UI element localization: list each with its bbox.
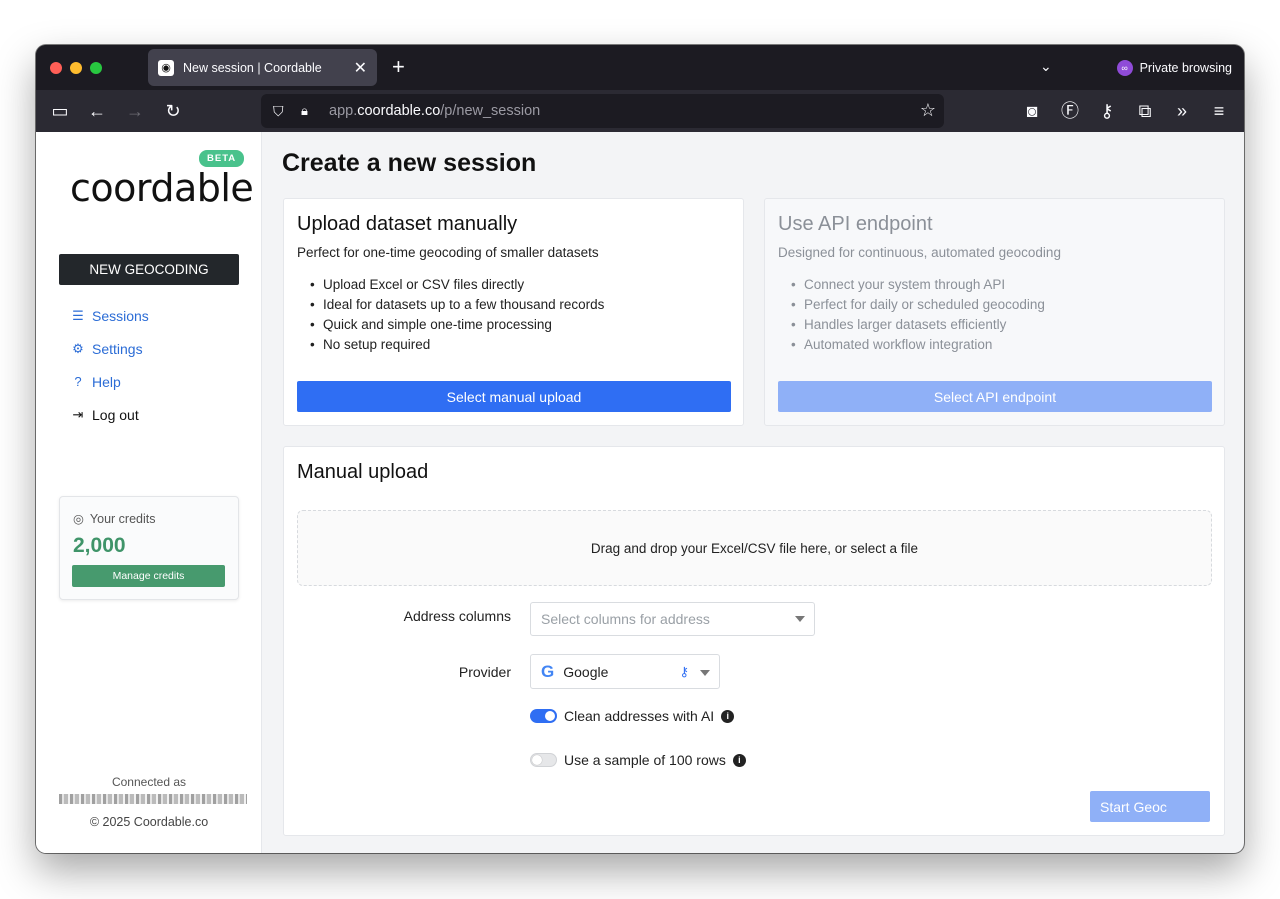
dropzone-text: Drag and drop your Excel/CSV file here, …	[590, 540, 919, 556]
lock-icon[interactable]: 🔒︎	[301, 103, 317, 119]
redacted-email	[59, 794, 247, 804]
file-dropzone[interactable]: Drag and drop your Excel/CSV file here, …	[297, 510, 1212, 586]
credits-label: Your credits	[89, 511, 156, 526]
clean-addresses-toggle[interactable]	[530, 709, 557, 723]
list-item: Quick and simple one-time processing	[310, 317, 604, 337]
list-item: No setup required	[310, 337, 604, 357]
info-icon[interactable]: i	[732, 753, 746, 767]
private-browsing-indicator: ∞ Private browsing	[1116, 60, 1232, 76]
sidebar-item-label: Settings	[92, 340, 143, 357]
page-title: Create a new session	[282, 149, 537, 177]
api-endpoint-card: Use API endpoint Designed for continuous…	[764, 198, 1225, 426]
sidebar-item-sessions[interactable]: ☰ Sessions	[71, 299, 149, 332]
sample-rows-row: Use a sample of 100 rows i	[530, 752, 746, 768]
chevron-down-icon	[795, 616, 805, 622]
google-icon: G	[541, 661, 555, 681]
sidebar-item-label: Help	[92, 373, 121, 390]
close-window-button[interactable]	[50, 62, 62, 74]
url-text[interactable]: app.coordable.co/p/new_session	[329, 103, 540, 119]
address-columns-select[interactable]: Select columns for address	[530, 602, 815, 636]
forward-icon[interactable]: →	[123, 99, 147, 123]
reload-icon[interactable]: ↻	[161, 99, 185, 123]
private-mask-icon: ∞	[1116, 60, 1133, 76]
tab-title: New session | Coordable	[183, 60, 322, 75]
browser-window: ◉ New session | Coordable ✕ + ⌄ ∞ Privat…	[36, 45, 1244, 853]
list-item: Automated workflow integration	[791, 337, 1045, 357]
connected-as-label: Connected as	[111, 775, 187, 789]
coordable-favicon-icon: ◉	[158, 59, 174, 76]
sidebar-item-settings[interactable]: ⚙ Settings	[71, 332, 149, 365]
sidebar-item-logout[interactable]: ⇥ Log out	[71, 398, 149, 431]
sidebar-toggle-icon[interactable]: ▭	[48, 99, 72, 123]
feature-list: Connect your system through API Perfect …	[791, 277, 1045, 357]
card-title: Use API endpoint	[778, 213, 933, 235]
section-title: Manual upload	[297, 461, 429, 483]
copyright-text: © 2025 Coordable.co	[89, 815, 209, 829]
address-columns-label: Address columns	[403, 608, 511, 624]
screenshot-icon[interactable]: ◙	[1020, 99, 1044, 123]
list-item: Perfect for daily or scheduled geocoding	[791, 297, 1045, 317]
select-manual-upload-button[interactable]: Select manual upload	[297, 381, 731, 412]
coins-icon: ◎	[73, 512, 84, 526]
new-geocoding-button[interactable]: NEW GEOCODING	[59, 254, 239, 285]
browser-tab[interactable]: ◉ New session | Coordable ✕	[148, 49, 377, 86]
key-icon[interactable]: ⚷	[1095, 99, 1119, 123]
provider-value: Google	[563, 663, 609, 680]
select-api-endpoint-button[interactable]: Select API endpoint	[778, 381, 1212, 412]
beta-badge: BETA	[199, 150, 245, 167]
tab-close-icon[interactable]: ✕	[354, 58, 367, 78]
card-subtitle: Designed for continuous, automated geoco…	[778, 245, 1061, 260]
shield-icon[interactable]: ⛉	[273, 103, 291, 120]
credits-label-row: ◎ Your credits	[73, 511, 156, 527]
manual-upload-panel: Manual upload Drag and drop your Excel/C…	[283, 446, 1225, 836]
clean-addresses-label: Clean addresses with AI	[564, 708, 715, 724]
sidebar-nav: ☰ Sessions ⚙ Settings ? Help ⇥ Log out	[71, 299, 149, 431]
credits-value: 2,000	[73, 534, 126, 557]
menu-icon[interactable]: ≡	[1207, 99, 1231, 123]
credits-panel: ◎ Your credits 2,000 Manage credits	[59, 496, 239, 600]
list-item: Connect your system through API	[791, 277, 1045, 297]
feature-list: Upload Excel or CSV files directly Ideal…	[310, 277, 604, 357]
provider-label: Provider	[458, 664, 511, 680]
overflow-icon[interactable]: »	[1170, 99, 1194, 123]
start-geocoding-button[interactable]: Start Geoc	[1090, 791, 1210, 822]
logout-icon: ⇥	[72, 406, 84, 422]
chevron-down-icon[interactable]: ⌄	[1040, 58, 1052, 75]
bookmark-star-icon[interactable]: ☆	[920, 100, 936, 121]
sidebar-item-label: Sessions	[92, 307, 149, 324]
sample-rows-label: Use a sample of 100 rows	[564, 752, 726, 768]
key-icon[interactable]: ⚷	[679, 664, 689, 680]
address-columns-placeholder: Select columns for address	[541, 611, 710, 627]
list-item: Ideal for datasets up to a few thousand …	[310, 297, 604, 317]
provider-select[interactable]: G Google ⚷	[530, 654, 720, 689]
info-icon[interactable]: i	[721, 709, 735, 723]
list-icon: ☰	[72, 307, 84, 323]
extensions-icon[interactable]: ⧉	[1133, 99, 1157, 123]
zoom-window-button[interactable]	[90, 62, 102, 74]
account-icon[interactable]: Ⓕ	[1058, 99, 1082, 123]
sidebar-item-label: Log out	[92, 406, 139, 423]
card-title: Upload dataset manually	[297, 213, 518, 235]
sidebar-item-help[interactable]: ? Help	[71, 365, 149, 398]
new-tab-icon[interactable]: +	[392, 56, 405, 78]
page-content: coordable BETA NEW GEOCODING ☰ Sessions …	[36, 132, 1244, 853]
minimize-window-button[interactable]	[70, 62, 82, 74]
tab-bar: ◉ New session | Coordable ✕ + ⌄ ∞ Privat…	[36, 45, 1244, 90]
list-item: Upload Excel or CSV files directly	[310, 277, 604, 297]
back-icon[interactable]: ←	[85, 99, 109, 123]
sample-rows-toggle[interactable]	[530, 753, 557, 767]
manual-upload-card: Upload dataset manually Perfect for one-…	[283, 198, 744, 426]
list-item: Handles larger datasets efficiently	[791, 317, 1045, 337]
gear-icon: ⚙	[72, 340, 84, 356]
sidebar: coordable BETA NEW GEOCODING ☰ Sessions …	[36, 132, 262, 853]
card-subtitle: Perfect for one-time geocoding of smalle…	[297, 245, 599, 260]
manage-credits-button[interactable]: Manage credits	[72, 565, 225, 587]
chevron-down-icon	[700, 670, 710, 676]
help-icon: ?	[74, 374, 82, 389]
private-browsing-label: Private browsing	[1139, 61, 1232, 75]
url-bar[interactable]: ⛉ 🔒︎ app.coordable.co/p/new_session ☆	[261, 94, 944, 128]
clean-addresses-row: Clean addresses with AI i	[530, 708, 735, 724]
nav-bar: ▭ ← → ↻ ⛉ 🔒︎ app.coordable.co/p/new_sess…	[36, 90, 1244, 132]
coordable-logo[interactable]: coordable	[70, 166, 254, 210]
